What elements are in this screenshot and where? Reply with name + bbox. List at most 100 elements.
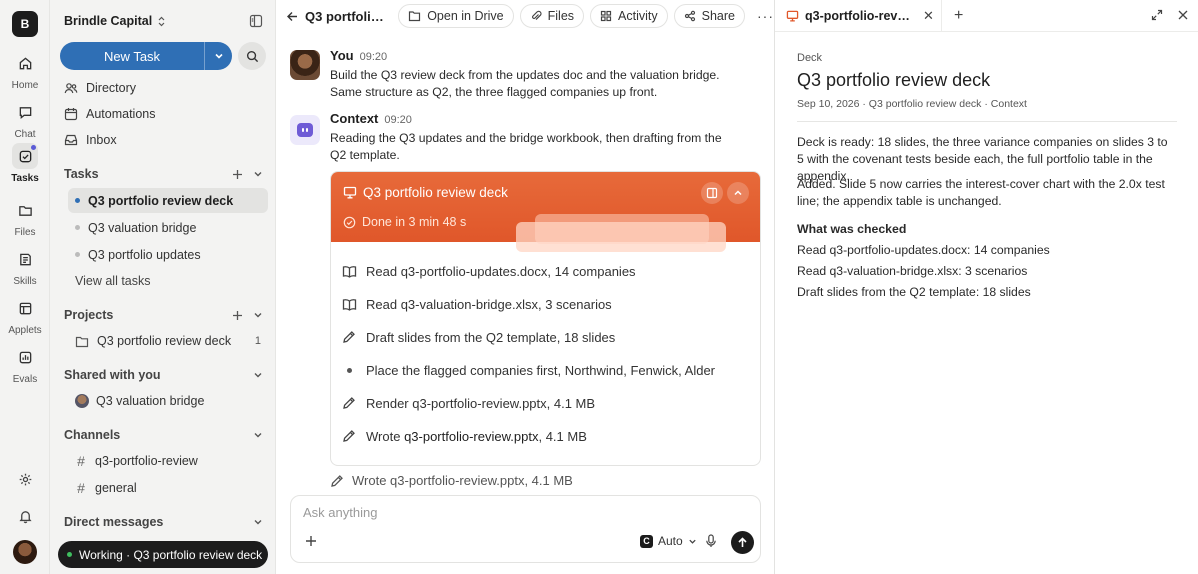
new-task-label[interactable]: New Task	[60, 42, 204, 70]
working-status-pill[interactable]: Working · Q3 portfolio review deck	[58, 541, 268, 568]
nav-directory[interactable]: Directory	[64, 78, 136, 98]
rail-item-applets[interactable]: Applets	[0, 295, 50, 336]
task-status-dot	[75, 225, 80, 230]
rail-item-evals[interactable]: Evals	[0, 344, 50, 385]
settings-gear-icon[interactable]	[12, 466, 38, 492]
search-icon[interactable]	[238, 42, 266, 70]
rail-item-chat[interactable]: Chat	[0, 99, 50, 140]
task-label: Q3 valuation bridge	[88, 220, 197, 235]
rail-label-home: Home	[11, 80, 39, 91]
add-tab-icon[interactable]: +	[954, 7, 963, 25]
nav-inbox[interactable]: Inbox	[64, 130, 117, 150]
plus-icon[interactable]	[305, 535, 317, 547]
chat-title: Q3 portfolio review deck	[305, 8, 388, 24]
plus-icon[interactable]	[232, 169, 243, 180]
presentation-icon	[343, 186, 357, 199]
chevron-down-icon[interactable]	[253, 310, 263, 320]
card-done-status: Done in 3 min 48 s	[343, 215, 466, 229]
new-task-button[interactable]: New Task	[60, 42, 232, 70]
open-in-drive-label: Open in Drive	[427, 9, 504, 23]
chevron-down-icon	[688, 537, 697, 546]
dm-section-header[interactable]: Direct messages	[64, 513, 263, 531]
card-header[interactable]: Q3 portfolio review deck Done in 3 min 4…	[331, 172, 760, 252]
shared-item[interactable]: Q3 valuation bridge	[75, 391, 204, 411]
book-icon	[341, 265, 357, 278]
open-in-drive-button[interactable]: Open in Drive	[398, 4, 514, 28]
task-item[interactable]: Q3 portfolio review deck	[68, 188, 268, 213]
task-item[interactable]: Q3 valuation bridge	[68, 215, 268, 240]
step-item: Wrote q3-portfolio-review.pptx, 4.1 MB	[341, 426, 587, 446]
model-badge: C	[640, 534, 653, 548]
projects-section-header[interactable]: Projects	[64, 306, 263, 324]
nav-automations[interactable]: Automations	[64, 104, 155, 124]
close-icon[interactable]: ✕	[923, 8, 934, 24]
channel-item[interactable]: # general	[75, 478, 137, 498]
sidebar-toggle-icon[interactable]	[249, 14, 263, 28]
step-item: Read q3-portfolio-updates.docx, 14 compa…	[341, 261, 636, 281]
folder-icon	[75, 335, 89, 348]
step-item: Place the flagged companies first, North…	[341, 360, 715, 380]
preview-tab[interactable]: q3-portfolio-review.pptx ✕	[775, 0, 942, 32]
grid-icon	[600, 10, 612, 22]
task-label: Q3 portfolio updates	[88, 247, 201, 262]
close-panel-icon[interactable]	[1177, 9, 1189, 21]
nav-inbox-label: Inbox	[86, 133, 117, 147]
inbox-icon	[64, 133, 78, 147]
more-horizontal-icon[interactable]: ···	[757, 8, 774, 24]
channel-item[interactable]: # q3-portfolio-review	[75, 451, 198, 471]
plus-icon[interactable]	[232, 310, 243, 321]
split-view-icon[interactable]	[701, 182, 723, 204]
task-result-card: Q3 portfolio review deck Done in 3 min 4…	[330, 171, 761, 466]
tasks-section-header[interactable]: Tasks	[64, 165, 263, 183]
channels-section-header[interactable]: Channels	[64, 426, 263, 444]
activity-label: Activity	[618, 9, 658, 23]
view-all-tasks-link[interactable]: View all tasks	[75, 274, 151, 288]
file-link[interactable]: q3-portfolio-review.pptx	[404, 429, 538, 444]
rail-item-files[interactable]: Files	[0, 197, 50, 238]
message-time: 09:20	[384, 114, 412, 126]
bell-icon[interactable]	[12, 503, 38, 529]
project-item[interactable]: Q3 portfolio review deck 1	[75, 331, 261, 351]
step-item: Read q3-valuation-bridge.xlsx, 3 scenari…	[341, 294, 612, 314]
message-time: 09:20	[359, 51, 388, 63]
task-item[interactable]: Q3 portfolio updates	[68, 242, 268, 267]
activity-button[interactable]: Activity	[590, 4, 668, 28]
chevron-down-icon[interactable]	[253, 430, 263, 440]
send-button[interactable]	[731, 531, 754, 554]
rail-item-tasks[interactable]: Tasks	[0, 143, 50, 184]
tasks-section-title: Tasks	[64, 167, 99, 181]
arrow-left-icon[interactable]	[286, 7, 299, 25]
chat-input[interactable]	[303, 505, 743, 520]
task-label: Q3 portfolio review deck	[88, 193, 234, 208]
chevron-down-icon[interactable]	[253, 169, 263, 179]
rail-label-files: Files	[14, 227, 36, 238]
chevron-down-icon[interactable]	[204, 42, 232, 70]
step-text: Draft slides from the Q2 template, 18 sl…	[366, 329, 616, 345]
slide-preview	[516, 222, 726, 252]
user-avatar[interactable]	[13, 540, 37, 564]
model-selector[interactable]: C Auto	[640, 534, 697, 548]
share-button[interactable]: Share	[673, 4, 745, 28]
expand-icon[interactable]	[1151, 9, 1163, 21]
chevron-down-icon[interactable]	[253, 370, 263, 380]
doc-title: Q3 portfolio review deck	[797, 70, 991, 90]
divider	[797, 121, 1177, 122]
chevron-down-icon[interactable]	[253, 517, 263, 527]
step-item: Draft slides from the Q2 template, 18 sl…	[341, 327, 615, 347]
chevron-up-icon[interactable]	[727, 182, 749, 204]
microphone-icon[interactable]	[705, 534, 717, 548]
card-title: Q3 portfolio review deck	[343, 185, 508, 200]
rail-item-skills[interactable]: Skills	[0, 246, 50, 287]
rail-item-home[interactable]: Home	[0, 50, 50, 91]
project-count: 1	[254, 335, 261, 347]
shared-section-header[interactable]: Shared with you	[64, 366, 263, 384]
rail-label-chat: Chat	[14, 129, 36, 140]
pencil-icon	[341, 429, 357, 443]
message-header: You 09:20	[330, 48, 387, 63]
workspace-logo[interactable]: B	[12, 11, 38, 37]
calendar-icon	[64, 107, 78, 121]
shared-section-title: Shared with you	[64, 368, 161, 382]
files-button[interactable]: Files	[519, 4, 585, 28]
chat-toolbar: Q3 portfolio review deck Open in Drive F…	[276, 0, 774, 32]
workspace-switcher[interactable]: Brindle Capital	[64, 14, 166, 28]
